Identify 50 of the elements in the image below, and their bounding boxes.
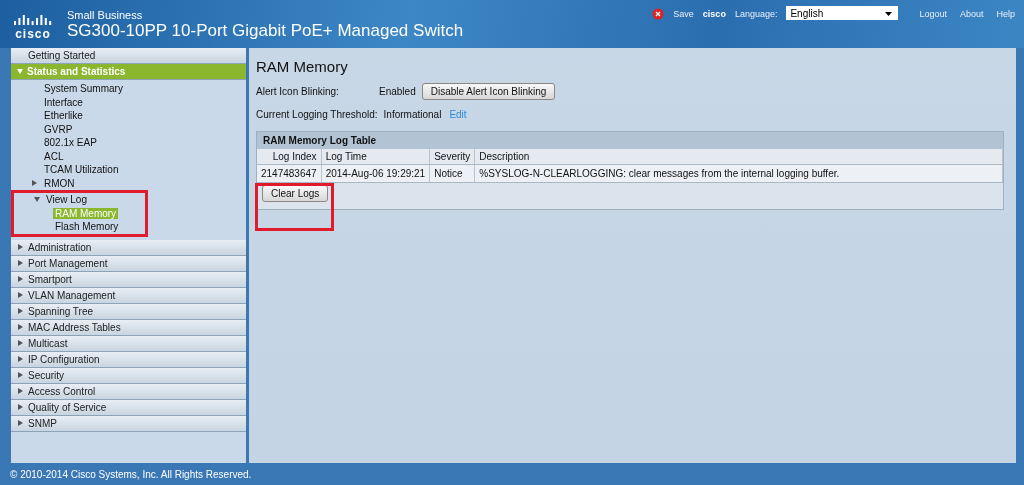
nav-item[interactable]: Etherlike [42, 110, 85, 122]
nav-item[interactable]: ACL [42, 150, 66, 162]
caret-right-icon [18, 356, 23, 362]
language-label: Language: [734, 9, 778, 19]
header-link[interactable]: Logout [919, 9, 947, 19]
caret-right-icon [18, 308, 23, 314]
alert-icon [652, 8, 665, 20]
subtitle: Small Business [67, 9, 144, 21]
field-value: Enabled [379, 86, 416, 97]
column-header: Log Time [321, 149, 430, 165]
nav-item[interactable]: RMON [42, 177, 77, 189]
nav-item[interactable]: GVRP [42, 123, 75, 135]
caret-right-icon [18, 324, 23, 330]
column-header: Severity [429, 149, 475, 165]
column-header: Description [474, 149, 1003, 165]
field-label: Alert Icon Blinking: [256, 86, 340, 97]
column-header: Log Index [257, 149, 322, 165]
nav-item[interactable]: Interface [42, 96, 85, 108]
username: cisco [702, 9, 726, 19]
nav-section[interactable]: Administration [11, 239, 246, 256]
nav-section[interactable]: Getting Started [11, 48, 246, 64]
caret-right-icon [18, 244, 23, 250]
logo-text: cisco [15, 27, 51, 41]
caret-right-icon [18, 404, 23, 410]
nav-item[interactable]: Flash Memory [53, 221, 121, 233]
caret-right-icon [18, 276, 23, 282]
language-dropdown[interactable]: English [786, 6, 899, 20]
logo-bars-icon [13, 15, 53, 25]
caret-down-icon [17, 69, 23, 74]
product-title: SG300-10PP 10-Port Gigabit PoE+ Managed Switch [67, 21, 464, 41]
nav-item[interactable]: 802.1x EAP [42, 137, 99, 149]
nav-item[interactable]: TCAM Utilization [42, 164, 121, 176]
caret-right-icon [18, 260, 23, 266]
caret-right-icon [18, 372, 23, 378]
copyright-text: © 2010-2014 Cisco Systems, Inc. All Rights Reserved. [9, 467, 253, 482]
caret-right-icon [18, 292, 23, 298]
disable-blinking-button[interactable]: Disable Alert Icon Blinking [421, 83, 556, 100]
page-title: RAM Memory [256, 58, 349, 75]
field-label: Current Logging Threshold: [256, 109, 378, 120]
header-link[interactable]: Help [996, 9, 1015, 19]
table-title: RAM Memory Log Table [257, 132, 1003, 149]
dropdown-arrow-icon [885, 12, 893, 16]
caret-right-icon [18, 340, 23, 346]
header-link[interactable]: About [959, 9, 984, 19]
field-value: Informational [383, 109, 442, 120]
nav-item[interactable]: System Summary [42, 83, 125, 95]
save-link[interactable]: Save [673, 9, 694, 19]
caret-right-icon [18, 420, 23, 426]
caret-right-icon [18, 388, 23, 394]
nav-item[interactable]: View Log [44, 194, 89, 206]
